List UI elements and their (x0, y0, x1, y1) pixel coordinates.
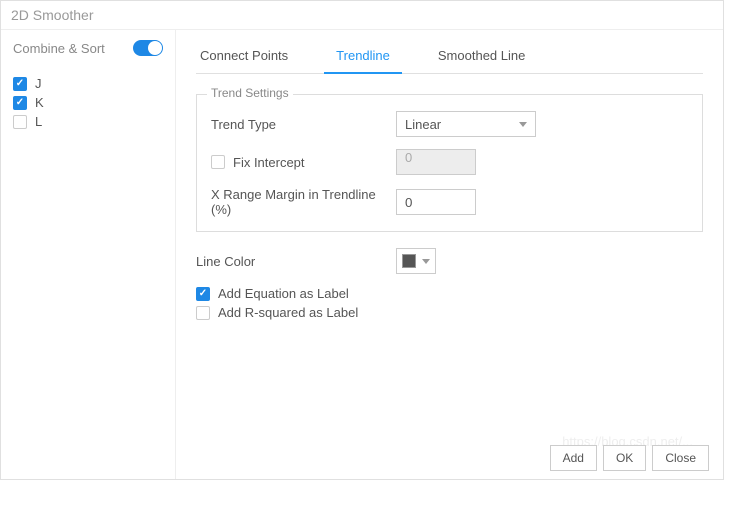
combine-sort-label: Combine & Sort (13, 41, 105, 56)
tab-trendline[interactable]: Trendline (332, 42, 394, 73)
x-range-input[interactable] (396, 189, 476, 215)
trend-settings-group: Trend Settings Trend Type Linear Fix Int… (196, 94, 703, 232)
checklist: J K L (13, 76, 163, 129)
color-swatch-icon (402, 254, 416, 268)
add-r2-row: Add R-squared as Label (196, 305, 703, 320)
checkbox-l[interactable] (13, 115, 27, 129)
fix-intercept-label: Fix Intercept (233, 155, 305, 170)
add-equation-label: Add Equation as Label (218, 286, 349, 301)
form-row: Line Color (196, 248, 703, 274)
fix-intercept-checkbox[interactable] (211, 155, 225, 169)
tabs: Connect Points Trendline Smoothed Line (196, 42, 703, 74)
checkbox-k[interactable] (13, 96, 27, 110)
list-item-label: J (35, 76, 42, 91)
dialog: 2D Smoother Combine & Sort J K L (0, 0, 724, 480)
fix-intercept-input: 0 (396, 149, 476, 175)
trend-settings-legend: Trend Settings (207, 86, 293, 100)
line-color-label: Line Color (196, 254, 396, 269)
form-row: Trend Type Linear (211, 111, 688, 137)
list-item: L (13, 114, 163, 129)
trend-type-label: Trend Type (211, 117, 396, 132)
x-range-label: X Range Margin in Trendline (%) (211, 187, 396, 217)
add-equation-row: Add Equation as Label (196, 286, 703, 301)
footer-buttons: Add OK Close (550, 445, 709, 471)
content: Combine & Sort J K L Connect (1, 30, 723, 479)
combine-sort-toggle[interactable] (133, 40, 163, 56)
list-item-label: K (35, 95, 44, 110)
form-row: Fix Intercept 0 (211, 149, 688, 175)
title-bar: 2D Smoother (1, 1, 723, 30)
add-r2-checkbox[interactable] (196, 306, 210, 320)
sidebar: Combine & Sort J K L (1, 30, 176, 479)
fix-intercept-row: Fix Intercept (211, 155, 396, 170)
list-item: J (13, 76, 163, 91)
add-equation-checkbox[interactable] (196, 287, 210, 301)
tab-smoothed-line[interactable]: Smoothed Line (434, 42, 529, 73)
line-color-picker[interactable] (396, 248, 436, 274)
window-title: 2D Smoother (11, 7, 93, 23)
list-item: K (13, 95, 163, 110)
add-button[interactable]: Add (550, 445, 597, 471)
add-r2-label: Add R-squared as Label (218, 305, 358, 320)
trend-type-value: Linear (405, 117, 441, 132)
ok-button[interactable]: OK (603, 445, 646, 471)
checkbox-j[interactable] (13, 77, 27, 91)
close-button[interactable]: Close (652, 445, 709, 471)
sidebar-header: Combine & Sort (13, 40, 163, 56)
list-item-label: L (35, 114, 42, 129)
chevron-down-icon (422, 259, 430, 264)
chevron-down-icon (519, 122, 527, 127)
trend-type-select[interactable]: Linear (396, 111, 536, 137)
form-row: X Range Margin in Trendline (%) (211, 187, 688, 217)
main-panel: Connect Points Trendline Smoothed Line T… (176, 30, 723, 479)
tab-connect-points[interactable]: Connect Points (196, 42, 292, 73)
